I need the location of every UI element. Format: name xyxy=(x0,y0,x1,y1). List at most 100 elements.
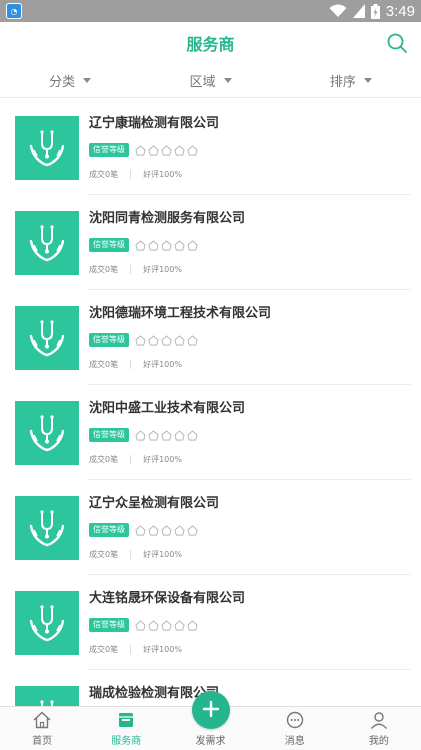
star-icon xyxy=(174,524,185,535)
stats-divider xyxy=(130,549,132,559)
search-icon[interactable] xyxy=(385,31,409,55)
company-info: 沈阳中盛工业技术有限公司 信誉等级 成交0笔 好评100% xyxy=(89,401,421,465)
stats-divider xyxy=(130,454,132,464)
filter-label: 排序 xyxy=(329,75,356,90)
battery-icon xyxy=(370,3,380,19)
star-icon xyxy=(187,524,198,535)
header: 服务商 xyxy=(0,22,421,64)
list-item[interactable]: 沈阳德瑞环境工程技术有限公司 信誉等级 成交0笔 好评100% xyxy=(0,290,421,385)
company-info: 大连铭晟环保设备有限公司 信誉等级 成交0笔 好评100% xyxy=(89,591,421,655)
company-stats: 成交0笔 好评100% xyxy=(89,549,421,560)
user-icon xyxy=(370,712,387,729)
star-icon xyxy=(148,239,159,250)
wifi-icon xyxy=(329,4,347,17)
credit-badge: 信誉等级 xyxy=(89,618,129,632)
star-icon xyxy=(187,619,198,630)
company-name: 辽宁康瑞检测有限公司 xyxy=(89,115,220,131)
positive-rating: 好评100% xyxy=(143,264,182,274)
credit-row: 信誉等级 xyxy=(89,238,421,252)
star-icon xyxy=(148,334,159,345)
deal-count: 成交0笔 xyxy=(89,549,119,559)
star-icon xyxy=(135,619,146,630)
credit-badge: 信誉等级 xyxy=(89,333,129,347)
company-logo xyxy=(15,495,79,560)
list-item[interactable]: 大连铭晟环保设备有限公司 信誉等级 成交0笔 好评100% xyxy=(0,575,421,670)
deal-count: 成交0笔 xyxy=(89,264,119,274)
company-name: 瑞成检验检测有限公司 xyxy=(89,685,220,701)
status-bar: ◔ 3:49 xyxy=(0,0,421,22)
store-icon xyxy=(119,713,134,727)
deal-count: 成交0笔 xyxy=(89,359,119,369)
company-logo xyxy=(15,590,79,655)
positive-rating: 好评100% xyxy=(143,644,182,654)
hands-stethoscope-icon xyxy=(29,604,65,641)
status-right: 3:49 xyxy=(329,3,415,20)
signal-icon xyxy=(352,4,365,18)
credit-row: 信誉等级 xyxy=(89,618,421,632)
star-icon xyxy=(174,239,185,250)
company-stats: 成交0笔 好评100% xyxy=(89,454,421,465)
publish-button[interactable] xyxy=(191,691,230,729)
filter-category[interactable]: 分类 xyxy=(0,64,140,97)
positive-rating: 好评100% xyxy=(143,169,182,179)
company-name: 沈阳德瑞环境工程技术有限公司 xyxy=(89,305,272,321)
star-icon xyxy=(187,239,198,250)
list-item[interactable]: 沈阳同青检测服务有限公司 信誉等级 成交0笔 好评100% xyxy=(0,195,421,290)
star-icon xyxy=(161,429,172,440)
list-item[interactable]: 沈阳中盛工业技术有限公司 信誉等级 成交0笔 好评100% xyxy=(0,385,421,480)
dropdown-arrow-icon xyxy=(83,78,92,83)
tab-post-demand[interactable]: 发需求 xyxy=(168,691,252,750)
positive-rating: 好评100% xyxy=(143,549,182,559)
credit-badge: 信誉等级 xyxy=(89,238,129,252)
star-icon xyxy=(174,429,185,440)
credit-badge: 信誉等级 xyxy=(89,428,129,442)
filter-bar: 分类 区域 排序 xyxy=(0,64,421,98)
deal-count: 成交0笔 xyxy=(89,454,119,464)
credit-row: 信誉等级 xyxy=(89,523,421,537)
credit-stars xyxy=(135,144,198,156)
hands-stethoscope-icon xyxy=(29,224,65,261)
filter-sort[interactable]: 排序 xyxy=(281,64,421,97)
star-icon xyxy=(161,239,172,250)
star-icon xyxy=(161,619,172,630)
deal-count: 成交0笔 xyxy=(89,169,119,179)
hands-stethoscope-icon xyxy=(29,414,65,451)
star-icon xyxy=(161,334,172,345)
company-logo xyxy=(15,400,79,465)
hands-stethoscope-icon xyxy=(40,699,54,706)
company-name: 沈阳中盛工业技术有限公司 xyxy=(89,400,246,416)
company-stats: 成交0笔 好评100% xyxy=(89,169,421,180)
star-icon xyxy=(135,239,146,250)
stats-divider xyxy=(130,169,132,179)
company-stats: 成交0笔 好评100% xyxy=(89,264,421,275)
company-info: 辽宁康瑞检测有限公司 信誉等级 成交0笔 好评100% xyxy=(89,116,421,180)
tab-label: 我的 xyxy=(368,736,389,747)
credit-row: 信誉等级 xyxy=(89,428,421,442)
tab-messages[interactable]: 消息 xyxy=(253,707,337,750)
filter-label: 区域 xyxy=(189,75,216,90)
company-name: 辽宁众呈检测有限公司 xyxy=(89,495,220,511)
filter-region[interactable]: 区域 xyxy=(140,64,280,97)
credit-stars xyxy=(135,334,198,346)
company-info: 瑞成检验检测有限公司 信誉等级 成交0笔 好评100% xyxy=(89,686,421,707)
company-info: 辽宁众呈检测有限公司 信誉等级 成交0笔 好评100% xyxy=(89,496,421,560)
company-name: 沈阳同青检测服务有限公司 xyxy=(89,210,246,226)
home-icon xyxy=(33,711,51,729)
hands-stethoscope-icon xyxy=(29,319,65,356)
hands-stethoscope-icon xyxy=(29,509,65,546)
bottom-tab-bar: 首页 服务商 发需求 消息 我的 xyxy=(0,691,421,750)
tab-profile[interactable]: 我的 xyxy=(337,707,421,750)
star-icon xyxy=(135,334,146,345)
list-item[interactable]: 辽宁众呈检测有限公司 信誉等级 成交0笔 好评100% xyxy=(0,480,421,575)
tab-providers[interactable]: 服务商 xyxy=(84,707,168,750)
credit-stars xyxy=(135,619,198,631)
hands-stethoscope-icon xyxy=(29,129,65,166)
star-icon xyxy=(174,144,185,155)
company-name: 大连铭晟环保设备有限公司 xyxy=(89,590,246,606)
list-item[interactable]: 辽宁康瑞检测有限公司 信誉等级 成交0笔 好评100% xyxy=(0,100,421,195)
positive-rating: 好评100% xyxy=(143,454,182,464)
star-icon xyxy=(187,144,198,155)
star-icon xyxy=(161,524,172,535)
credit-stars xyxy=(135,239,198,251)
tab-home[interactable]: 首页 xyxy=(0,707,84,750)
